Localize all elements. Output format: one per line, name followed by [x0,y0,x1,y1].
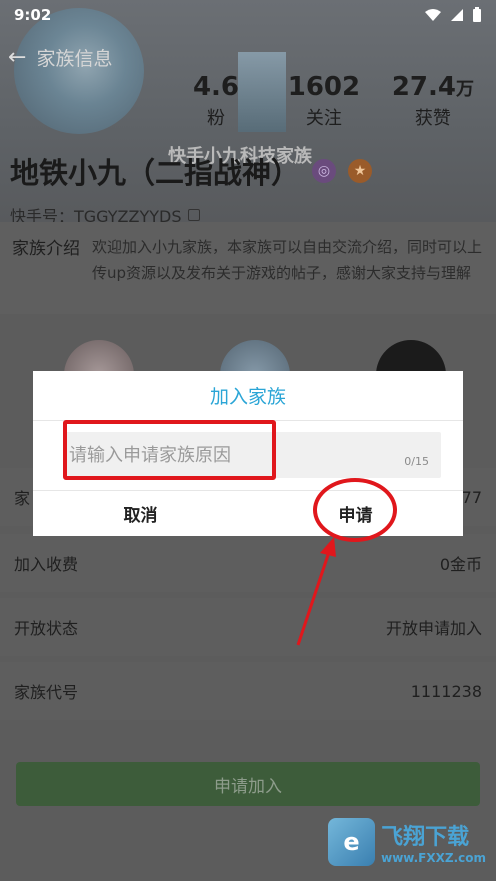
stat-likes-label: 获赞 [414,108,451,129]
star-badge-icon: ★ [348,159,373,183]
watermark-name: 飞翔下载 [381,825,470,850]
stats-row: 4.6 粉 1602 关注 27.4万 获赞 [176,72,474,130]
stat-fans[interactable]: 4.6 粉 [176,72,256,130]
watermark-logo-icon: e [328,818,376,866]
char-counter: 0/15 [404,455,429,468]
cancel-button[interactable]: 取消 [33,491,248,536]
stat-following[interactable]: 1602 关注 [284,72,364,130]
apply-join-button[interactable]: 申请加入 [16,762,480,806]
info-row-value: 1111238 [410,681,482,701]
family-name: 地铁小九（二指战神） [10,156,301,190]
copy-icon[interactable] [187,209,200,221]
info-row-value: 开放申请加入 [385,619,482,638]
battery-icon [473,7,481,22]
intro-block: 家族介绍 欢迎加入小九家族，本家族可以自由交流介绍，同时可以上传up资源以及发布… [0,222,496,314]
annotation-box [63,420,276,480]
watermark-url: www.FXXZ.com [381,851,486,865]
status-time: 9:02 [14,6,52,24]
dialog-title: 加入家族 [33,371,463,421]
info-row-label: 开放状态 [14,619,79,638]
name-row: 地铁小九（二指战神） ◎ ★ [10,150,373,192]
site-watermark: e 飞翔下载 www.FXXZ.com [328,813,486,871]
info-row-label: 加入收费 [14,555,79,574]
stat-likes-value: 27.4万 [392,72,474,102]
info-row-label: 家 [14,489,31,508]
stat-following-label: 关注 [305,108,342,129]
info-row-label: 家族代号 [14,683,79,702]
info-row-fee: 加入收费 0金币 [0,534,496,592]
signal-icon [451,9,463,21]
annotation-arrow-icon [296,537,336,646]
info-row-status: 开放状态 开放申请加入 [0,598,496,656]
back-arrow-icon[interactable]: ← [8,45,26,70]
stat-following-value: 1602 [287,72,361,102]
annotation-circle [313,478,397,542]
intro-text: 欢迎加入小九家族，本家族可以自由交流介绍，同时可以上传up资源以及发布关于游戏的… [92,238,483,282]
stat-fans-value: 4.6 [192,72,240,102]
watermark-text: 飞翔下载 www.FXXZ.com [381,819,486,865]
info-row-value: 77 [461,487,482,507]
info-row-value: 0金币 [439,555,482,574]
info-row-code: 家族代号 1111238 [0,662,496,720]
wifi-icon [425,9,441,21]
level-badge-icon: ◎ [312,159,337,183]
stat-likes-number: 27.4 [391,72,456,102]
stat-fans-label: 粉 [207,108,225,129]
content-area: 家族介绍 欢迎加入小九家族，本家族可以自由交流介绍，同时可以上传up资源以及发布… [0,222,496,881]
stat-likes[interactable]: 27.4万 获赞 [392,72,474,130]
stat-likes-unit: 万 [456,79,474,100]
intro-label: 家族介绍 [12,239,80,259]
status-icons [424,7,482,23]
top-nav: ← 家族信息 [8,44,112,71]
dialog-actions: 取消 申请 [33,490,463,536]
profile-header: ← 家族信息 4.6 粉 1602 关注 27.4万 获赞 快手小九科技家族 地… [0,0,496,226]
page-title: 家族信息 [36,48,113,70]
status-bar: 9:02 [0,0,496,30]
